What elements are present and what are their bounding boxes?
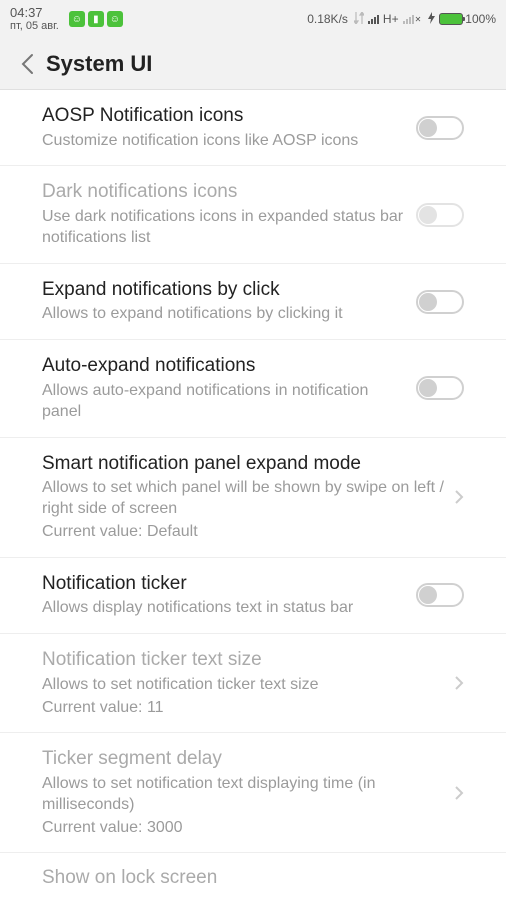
signal-icon-dim bbox=[403, 15, 414, 24]
setting-subtitle: Allows to set notification text displayi… bbox=[42, 774, 444, 816]
status-bar: 04:37 пт, 05 авг. ☺ ▮ ☺ 0.18K/s H+ ✕ 100… bbox=[0, 0, 506, 38]
setting-row[interactable]: Expand notifications by clickAllows to e… bbox=[0, 264, 506, 340]
setting-title: Notification ticker bbox=[42, 572, 406, 597]
setting-row[interactable]: Notification ticker text sizeAllows to s… bbox=[0, 634, 506, 733]
setting-title: Expand notifications by click bbox=[42, 278, 406, 303]
setting-title: Auto-expand notifications bbox=[42, 354, 406, 379]
setting-current-value: Current value: 11 bbox=[42, 698, 444, 719]
setting-subtitle: Allows to expand notifications by clicki… bbox=[42, 304, 406, 325]
battery-icon bbox=[439, 13, 463, 25]
status-net-speed: 0.18K/s bbox=[307, 12, 348, 26]
setting-row[interactable]: Dark notifications iconsUse dark notific… bbox=[0, 166, 506, 263]
setting-subtitle: Allows to set which panel will be shown … bbox=[42, 478, 444, 520]
setting-row[interactable]: Smart notification panel expand modeAllo… bbox=[0, 438, 506, 558]
setting-row-partial[interactable]: Show on lock screen bbox=[0, 853, 506, 889]
status-net-type: H+ bbox=[383, 12, 399, 26]
setting-subtitle: Allows to set notification ticker text s… bbox=[42, 675, 444, 696]
setting-title: Notification ticker text size bbox=[42, 648, 444, 673]
chevron-right-icon bbox=[454, 785, 464, 801]
toggle-switch[interactable] bbox=[416, 376, 464, 400]
status-app-icon: ▮ bbox=[88, 11, 104, 27]
setting-title: AOSP Notification icons bbox=[42, 104, 406, 129]
setting-subtitle: Use dark notifications icons in expanded… bbox=[42, 207, 406, 249]
setting-row[interactable]: Ticker segment delayAllows to set notifi… bbox=[0, 733, 506, 853]
status-time: 04:37 bbox=[10, 6, 59, 20]
bolt-icon bbox=[428, 12, 435, 27]
setting-row[interactable]: AOSP Notification iconsCustomize notific… bbox=[0, 90, 506, 166]
setting-subtitle: Allows display notifications text in sta… bbox=[42, 598, 406, 619]
chevron-left-icon bbox=[20, 53, 34, 75]
settings-list: AOSP Notification iconsCustomize notific… bbox=[0, 90, 506, 889]
setting-row[interactable]: Auto-expand notificationsAllows auto-exp… bbox=[0, 340, 506, 437]
app-bar: System UI bbox=[0, 38, 506, 90]
signal-icon bbox=[368, 15, 379, 24]
setting-title: Show on lock screen bbox=[42, 867, 464, 889]
setting-subtitle: Allows auto-expand notifications in noti… bbox=[42, 381, 406, 423]
toggle-switch[interactable] bbox=[416, 116, 464, 140]
setting-title: Dark notifications icons bbox=[42, 180, 406, 205]
status-battery-pct: 100% bbox=[465, 12, 496, 26]
setting-title: Smart notification panel expand mode bbox=[42, 452, 444, 477]
page-title: System UI bbox=[46, 51, 152, 77]
toggle-switch bbox=[416, 203, 464, 227]
chevron-right-icon bbox=[454, 675, 464, 691]
setting-row[interactable]: Notification tickerAllows display notifi… bbox=[0, 558, 506, 634]
setting-subtitle: Customize notification icons like AOSP i… bbox=[42, 131, 406, 152]
status-app-icon: ☺ bbox=[107, 11, 123, 27]
chevron-right-icon bbox=[454, 489, 464, 505]
data-arrows-icon bbox=[354, 12, 364, 27]
setting-current-value: Current value: 3000 bbox=[42, 818, 444, 839]
setting-title: Ticker segment delay bbox=[42, 747, 444, 772]
setting-current-value: Current value: Default bbox=[42, 522, 444, 543]
toggle-switch[interactable] bbox=[416, 290, 464, 314]
status-app-icon: ☺ bbox=[69, 11, 85, 27]
back-button[interactable] bbox=[10, 47, 44, 81]
status-date: пт, 05 авг. bbox=[10, 20, 59, 32]
toggle-switch[interactable] bbox=[416, 583, 464, 607]
